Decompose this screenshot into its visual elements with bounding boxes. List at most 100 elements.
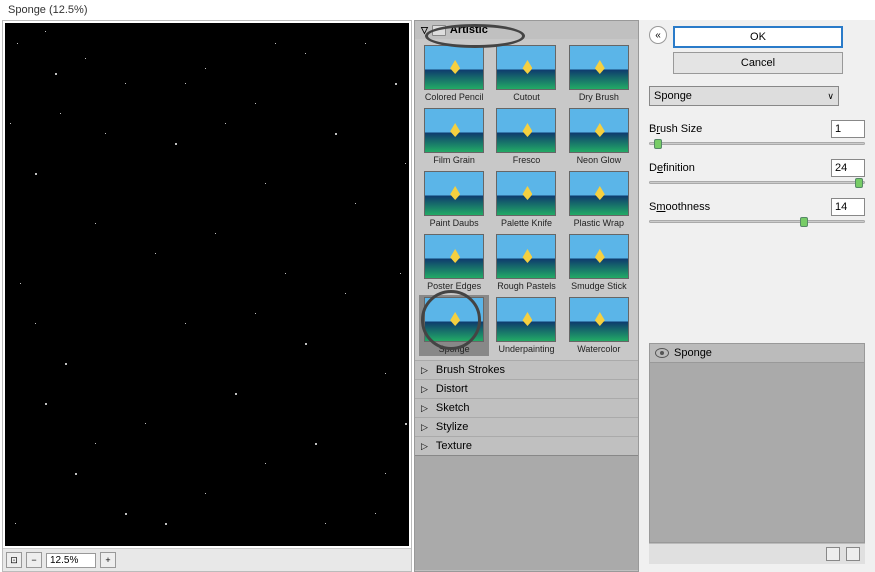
- param-input-definition[interactable]: [831, 159, 865, 177]
- filter-thumb-rough-pastels[interactable]: Rough Pastels: [491, 232, 561, 293]
- category-sketch[interactable]: ▷ Sketch: [415, 398, 638, 417]
- preview-panel: ⊡ − 12.5% +: [2, 20, 412, 572]
- thumb-preview: [496, 45, 556, 90]
- thumb-preview: [424, 234, 484, 279]
- thumb-label: Fresco: [513, 155, 541, 165]
- fit-screen-button[interactable]: ⊡: [6, 552, 22, 568]
- slider-smoothness[interactable]: [649, 220, 865, 223]
- filter-gallery: ▽ Artistic Colored Pencil Cutout Dry Brush…: [414, 20, 639, 572]
- expand-icon: ▷: [421, 403, 428, 414]
- param-input-brush-size[interactable]: [831, 120, 865, 138]
- thumb-preview: [496, 234, 556, 279]
- thumb-preview: [496, 171, 556, 216]
- filter-thumb-colored-pencil[interactable]: Colored Pencil: [419, 43, 489, 104]
- param-smoothness: Smoothness: [649, 198, 865, 223]
- thumb-preview: [569, 234, 629, 279]
- expand-icon: ▽: [421, 25, 428, 36]
- filter-thumb-palette-knife[interactable]: Palette Knife: [491, 169, 561, 230]
- thumb-label: Underpainting: [498, 344, 554, 354]
- param-brush-size: Brush Size: [649, 120, 865, 145]
- thumb-label: Dry Brush: [579, 92, 619, 102]
- thumb-label: Sponge: [439, 344, 470, 354]
- thumb-label: Plastic Wrap: [574, 218, 624, 228]
- thumb-preview: [569, 297, 629, 342]
- thumb-preview: [424, 108, 484, 153]
- param-label: Smoothness: [649, 201, 710, 213]
- thumb-preview: [569, 108, 629, 153]
- delete-layer-icon[interactable]: [846, 547, 860, 561]
- filter-thumb-film-grain[interactable]: Film Grain: [419, 106, 489, 167]
- new-layer-icon[interactable]: [826, 547, 840, 561]
- filter-thumb-fresco[interactable]: Fresco: [491, 106, 561, 167]
- param-input-smoothness[interactable]: [831, 198, 865, 216]
- filter-thumb-watercolor[interactable]: Watercolor: [564, 295, 634, 356]
- chevron-down-icon: ∨: [827, 91, 834, 102]
- cancel-button[interactable]: Cancel: [673, 52, 843, 74]
- thumb-preview: [569, 171, 629, 216]
- thumb-label: Film Grain: [433, 155, 475, 165]
- param-label: Definition: [649, 162, 695, 174]
- thumb-label: Colored Pencil: [425, 92, 484, 102]
- category-texture[interactable]: ▷ Texture: [415, 436, 638, 455]
- preview-canvas[interactable]: [5, 23, 409, 546]
- category-label: Texture: [436, 440, 472, 452]
- thumb-label: Poster Edges: [427, 281, 481, 291]
- thumb-label: Watercolor: [577, 344, 620, 354]
- thumb-label: Neon Glow: [577, 155, 622, 165]
- category-stylize[interactable]: ▷ Stylize: [415, 417, 638, 436]
- layer-name: Sponge: [674, 347, 712, 359]
- thumb-label: Smudge Stick: [571, 281, 627, 291]
- category-label: Sketch: [436, 402, 470, 414]
- expand-icon: ▷: [421, 422, 428, 433]
- thumb-label: Paint Daubs: [430, 218, 479, 228]
- slider-brush-size[interactable]: [649, 142, 865, 145]
- thumb-label: Cutout: [513, 92, 540, 102]
- param-definition: Definition: [649, 159, 865, 184]
- category-label: Stylize: [436, 421, 468, 433]
- thumb-preview: [496, 297, 556, 342]
- layers-footer: [649, 543, 865, 564]
- param-label: Brush Size: [649, 123, 702, 135]
- filter-thumb-plastic-wrap[interactable]: Plastic Wrap: [564, 169, 634, 230]
- expand-icon: ▷: [421, 365, 428, 376]
- slider-definition[interactable]: [649, 181, 865, 184]
- thumb-label: Rough Pastels: [497, 281, 556, 291]
- zoom-in-button[interactable]: +: [100, 552, 116, 568]
- filter-thumb-sponge[interactable]: Sponge: [419, 295, 489, 356]
- thumb-preview: [496, 108, 556, 153]
- gallery-empty-area: [415, 455, 638, 570]
- filter-thumb-neon-glow[interactable]: Neon Glow: [564, 106, 634, 167]
- collapse-panel-button[interactable]: «: [649, 26, 667, 44]
- thumb-preview: [424, 171, 484, 216]
- effect-layers-panel: Sponge: [649, 343, 865, 543]
- category-distort[interactable]: ▷ Distort: [415, 379, 638, 398]
- filter-dropdown[interactable]: Sponge ∨: [649, 86, 839, 106]
- visibility-icon[interactable]: [655, 348, 669, 358]
- thumb-preview: [424, 297, 484, 342]
- category-brush-strokes[interactable]: ▷ Brush Strokes: [415, 360, 638, 379]
- slider-thumb[interactable]: [654, 139, 662, 149]
- slider-thumb[interactable]: [855, 178, 863, 188]
- zoom-out-button[interactable]: −: [26, 552, 42, 568]
- category-label: Artistic: [450, 24, 488, 36]
- filter-thumb-underpainting[interactable]: Underpainting: [491, 295, 561, 356]
- controls-panel: « OK Cancel Sponge ∨ Brush Size Definitio…: [639, 20, 875, 572]
- slider-thumb[interactable]: [800, 217, 808, 227]
- ok-button[interactable]: OK: [673, 26, 843, 48]
- filter-thumb-poster-edges[interactable]: Poster Edges: [419, 232, 489, 293]
- effect-layer[interactable]: Sponge: [650, 344, 864, 363]
- folder-icon: [432, 25, 446, 36]
- expand-icon: ▷: [421, 384, 428, 395]
- filter-dropdown-value: Sponge: [654, 90, 692, 102]
- category-label: Distort: [436, 383, 468, 395]
- thumb-preview: [424, 45, 484, 90]
- expand-icon: ▷: [421, 441, 428, 452]
- category-label: Brush Strokes: [436, 364, 505, 376]
- thumb-preview: [569, 45, 629, 90]
- filter-thumb-cutout[interactable]: Cutout: [491, 43, 561, 104]
- zoom-level[interactable]: 12.5%: [46, 553, 96, 568]
- filter-thumb-dry-brush[interactable]: Dry Brush: [564, 43, 634, 104]
- filter-thumb-smudge-stick[interactable]: Smudge Stick: [564, 232, 634, 293]
- category-artistic[interactable]: ▽ Artistic: [415, 21, 638, 39]
- filter-thumb-paint-daubs[interactable]: Paint Daubs: [419, 169, 489, 230]
